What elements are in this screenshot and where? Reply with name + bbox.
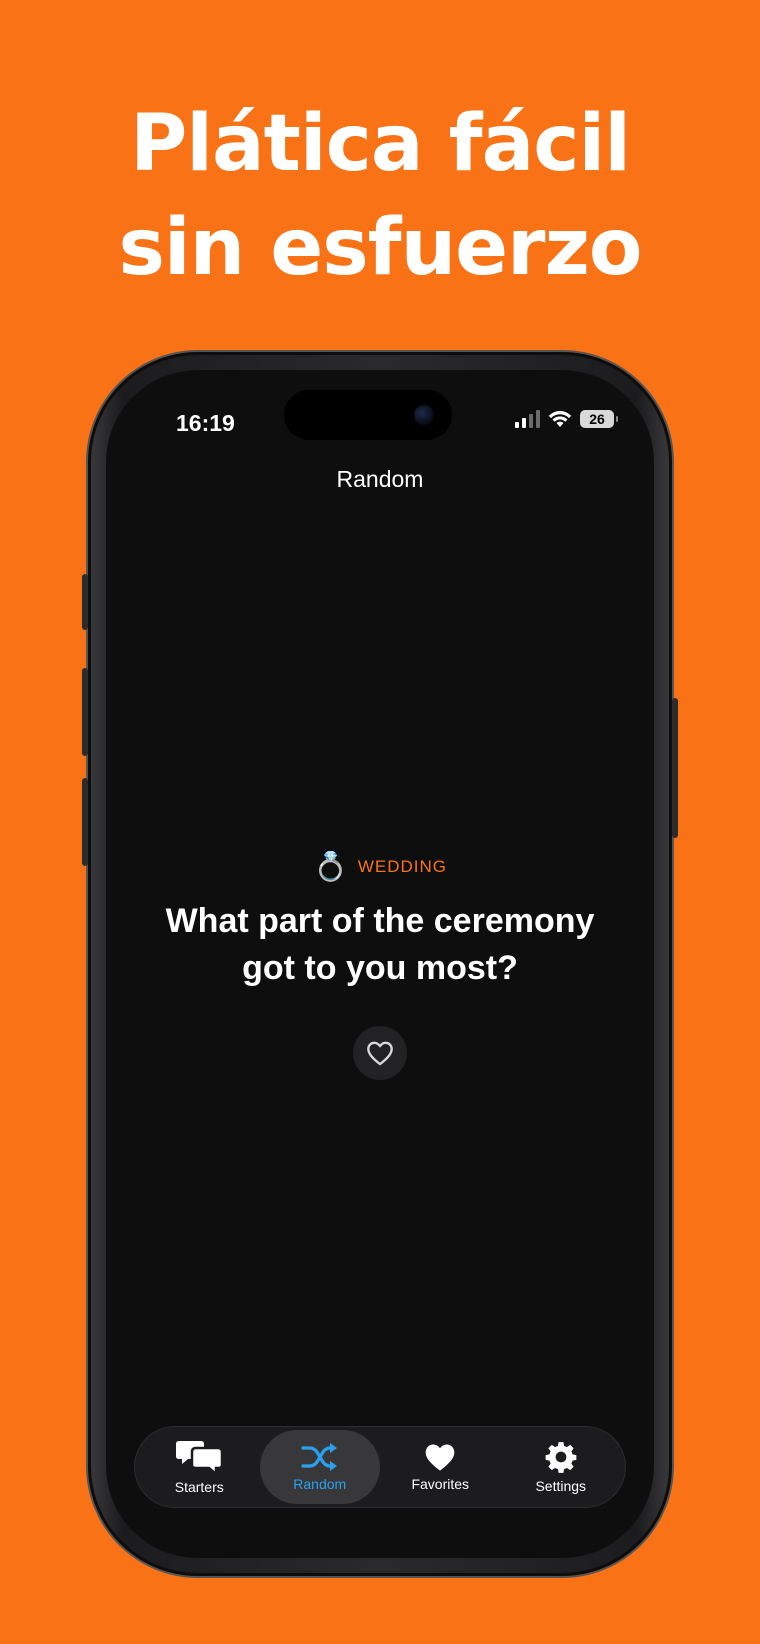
favorite-button[interactable] <box>353 1026 407 1080</box>
wifi-icon <box>548 411 572 427</box>
tab-starters[interactable]: Starters <box>139 1430 260 1504</box>
marketing-screenshot: Plática fácil sin esfuerzo 16:19 26 Rand… <box>0 0 760 1644</box>
headline-line-1: Plática fácil <box>130 99 631 189</box>
phone-screen: 16:19 26 Random 💍 WEDDING What part of t… <box>106 370 654 1558</box>
category-label: WEDDING <box>357 857 448 876</box>
volume-up-button <box>82 668 88 756</box>
tab-settings-label: Settings <box>535 1478 587 1494</box>
tab-starters-label: Starters <box>174 1479 224 1495</box>
power-button <box>672 698 678 838</box>
status-icons: 26 <box>515 410 618 428</box>
action-button <box>82 574 88 630</box>
tab-random-label: Random <box>293 1476 347 1492</box>
headline-line-2: sin esfuerzo <box>118 203 643 293</box>
tab-favorites-label: Favorites <box>411 1476 470 1492</box>
category-row: 💍 WEDDING <box>106 852 654 882</box>
screen-title: Random <box>336 466 424 492</box>
tab-favorites[interactable]: Favorites <box>380 1430 501 1504</box>
cellular-signal-icon <box>515 410 540 428</box>
volume-down-button <box>82 778 88 866</box>
battery-indicator: 26 <box>580 410 618 428</box>
chat-bubbles-icon <box>176 1441 223 1475</box>
dynamic-island <box>284 390 452 440</box>
heart-outline-icon <box>367 1041 393 1066</box>
status-time: 16:19 <box>176 410 235 436</box>
shuffle-icon <box>301 1443 337 1471</box>
question-text: What part of the ceremony got to you mos… <box>165 902 595 987</box>
gear-icon <box>545 1442 577 1473</box>
tab-bar: Starters Random Favorites Settings <box>134 1426 626 1508</box>
ring-icon: 💍 <box>312 851 348 882</box>
headline: Plática fácil sin esfuerzo <box>0 92 760 300</box>
heart-icon <box>425 1444 455 1471</box>
tab-settings[interactable]: Settings <box>501 1430 622 1504</box>
phone-frame: 16:19 26 Random 💍 WEDDING What part of t… <box>82 352 678 1576</box>
tab-random[interactable]: Random <box>259 1430 380 1504</box>
camera-icon <box>414 405 434 425</box>
